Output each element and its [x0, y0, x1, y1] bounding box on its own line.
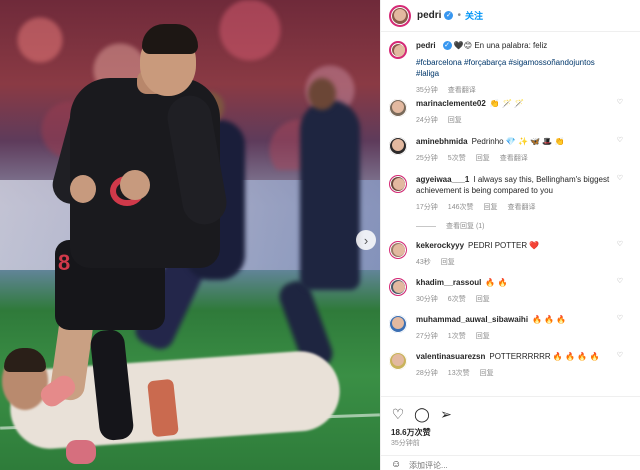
verified-icon: ✓ — [444, 11, 454, 20]
heart-icon[interactable]: ♡ — [389, 405, 407, 423]
comments-list: pedri ✓ 🖤😊 En una palabra: feliz #fcbarce… — [381, 36, 640, 390]
avatar[interactable] — [389, 99, 407, 117]
translate-link[interactable]: 查看翻译 — [500, 155, 528, 162]
header-username[interactable]: pedri — [417, 10, 441, 21]
comment-time: 27分钟 — [416, 333, 438, 340]
avatar[interactable] — [389, 352, 407, 370]
avatar[interactable] — [389, 137, 407, 155]
comment-text: PEDRI POTTER ❤️ — [468, 241, 540, 250]
goalkeeper-hair — [4, 348, 46, 372]
comment-time: 24分钟 — [416, 117, 438, 124]
comment-text: POTTERRRRRR 🔥 🔥 🔥 🔥 — [489, 352, 600, 361]
heart-icon[interactable]: ♡ — [617, 240, 623, 248]
player-hair — [142, 24, 198, 54]
comment-username[interactable]: agyeiwaa___1 — [416, 175, 469, 184]
caption-time: 35分钟 — [416, 87, 438, 94]
post-actions: ♡ ◯ ➢ 18.6万次赞 35分钟前 ☺ — [381, 396, 640, 470]
comment-input[interactable] — [409, 459, 609, 470]
heart-icon[interactable]: ♡ — [617, 174, 623, 182]
reply-button[interactable]: 回复 — [476, 296, 490, 303]
list-item: khadim__rassoul 🔥 🔥 30分钟 6次赞 回复 ♡ — [389, 277, 633, 305]
background-player-head — [308, 78, 336, 110]
comment-time: 30分钟 — [416, 296, 438, 303]
reply-button[interactable]: 回复 — [476, 333, 490, 340]
comment-text: 🔥 🔥 🔥 — [532, 315, 567, 324]
post-photo: 8 › — [0, 0, 380, 470]
comment-text: 👏 🪄 🪄 — [489, 99, 525, 108]
list-item: aminebhmida Pedrinho 💎 ✨ 🦋 🎩 👏 25分钟 5次赞 回复 查… — [389, 136, 633, 164]
view-replies-link[interactable]: 查看回复 (1) — [446, 223, 485, 230]
heart-icon[interactable]: ♡ — [617, 277, 623, 285]
heart-icon[interactable]: ♡ — [617, 136, 623, 144]
comment-username[interactable]: aminebhmida — [416, 137, 468, 146]
caption-text: 🖤😊 En una palabra: feliz — [453, 41, 548, 50]
comment-text: Pedrinho 💎 ✨ 🦋 🎩 👏 — [471, 137, 565, 146]
reply-button[interactable]: 回复 — [448, 117, 462, 124]
likes-count[interactable]: 18.6万次赞 — [391, 427, 431, 438]
comment-username[interactable]: valentinasuarezsn — [416, 352, 485, 361]
list-item: agyeiwaa___1 I always say this, Bellingha… — [389, 174, 633, 232]
caption-hashtags[interactable]: #fcbarcelona #forçabarça #sigamossoñando… — [416, 57, 616, 79]
smiley-icon[interactable]: ☺ — [391, 459, 401, 470]
player-hand — [70, 175, 96, 203]
list-item: marinaclemente02 👏 🪄 🪄 24分钟 回复 ♡ — [389, 98, 633, 126]
heart-icon[interactable]: ♡ — [617, 314, 623, 322]
comment-time: 28分钟 — [416, 370, 438, 377]
comment-likes[interactable]: 1次赞 — [448, 333, 466, 340]
send-icon[interactable]: ➢ — [437, 405, 455, 423]
player-boot — [66, 440, 96, 464]
follow-button[interactable]: 关注 — [465, 9, 483, 22]
comment-likes[interactable]: 6次赞 — [448, 296, 466, 303]
separator-dot: • — [457, 10, 461, 21]
comment-likes[interactable]: 5次赞 — [448, 155, 466, 162]
comment-likes[interactable]: 146次赞 — [448, 204, 474, 211]
comment-username[interactable]: muhammad_auwal_sibawaihi — [416, 315, 528, 324]
player-hand — [120, 170, 150, 200]
reply-button[interactable]: 回复 — [441, 259, 455, 266]
comment-icon[interactable]: ◯ — [413, 405, 431, 423]
reply-button[interactable]: 回复 — [483, 204, 497, 211]
avatar[interactable] — [389, 4, 411, 27]
post-panel: pedri ✓ • 关注 pedri ✓ 🖤😊 En una palabra: f… — [380, 0, 640, 470]
comment-time: 17分钟 — [416, 204, 438, 211]
background-player — [300, 100, 360, 290]
verified-icon: ✓ — [442, 41, 452, 51]
avatar[interactable] — [389, 278, 407, 296]
post-time: 35分钟前 — [391, 440, 420, 447]
heart-icon[interactable]: ♡ — [617, 351, 623, 359]
comment-username[interactable]: khadim__rassoul — [416, 278, 481, 287]
avatar[interactable] — [389, 41, 407, 59]
chevron-right-icon[interactable]: › — [356, 230, 376, 250]
list-item: muhammad_auwal_sibawaihi 🔥 🔥 🔥 27分钟 1次赞 回复 … — [389, 314, 633, 342]
avatar[interactable] — [389, 315, 407, 333]
comment-username[interactable]: kekerockyyy — [416, 241, 464, 250]
comment-likes[interactable]: 13次赞 — [448, 370, 470, 377]
add-comment-bar: ☺ — [381, 455, 640, 470]
reply-button[interactable]: 回复 — [480, 370, 494, 377]
list-item: kekerockyyy PEDRI POTTER ❤️ 43秒 回复 ♡ — [389, 240, 633, 268]
caption: pedri ✓ 🖤😊 En una palabra: feliz #fcbarce… — [389, 40, 633, 96]
avatar[interactable] — [389, 241, 407, 259]
list-item: valentinasuarezsn POTTERRRRRR 🔥 🔥 🔥 🔥 28分… — [389, 351, 633, 379]
post-header: pedri ✓ • 关注 — [381, 0, 640, 32]
translate-link[interactable]: 查看翻译 — [507, 204, 535, 211]
heart-icon[interactable]: ♡ — [617, 98, 623, 106]
reply-button[interactable]: 回复 — [476, 155, 490, 162]
reply-divider — [416, 225, 436, 227]
avatar[interactable] — [389, 175, 407, 193]
comment-text: 🔥 🔥 — [485, 278, 508, 287]
jersey-number: 8 — [58, 250, 71, 275]
comment-time: 43秒 — [416, 259, 431, 266]
translate-link[interactable]: 查看翻译 — [448, 87, 476, 94]
caption-username[interactable]: pedri — [416, 41, 436, 50]
comment-time: 25分钟 — [416, 155, 438, 162]
comment-username[interactable]: marinaclemente02 — [416, 99, 486, 108]
